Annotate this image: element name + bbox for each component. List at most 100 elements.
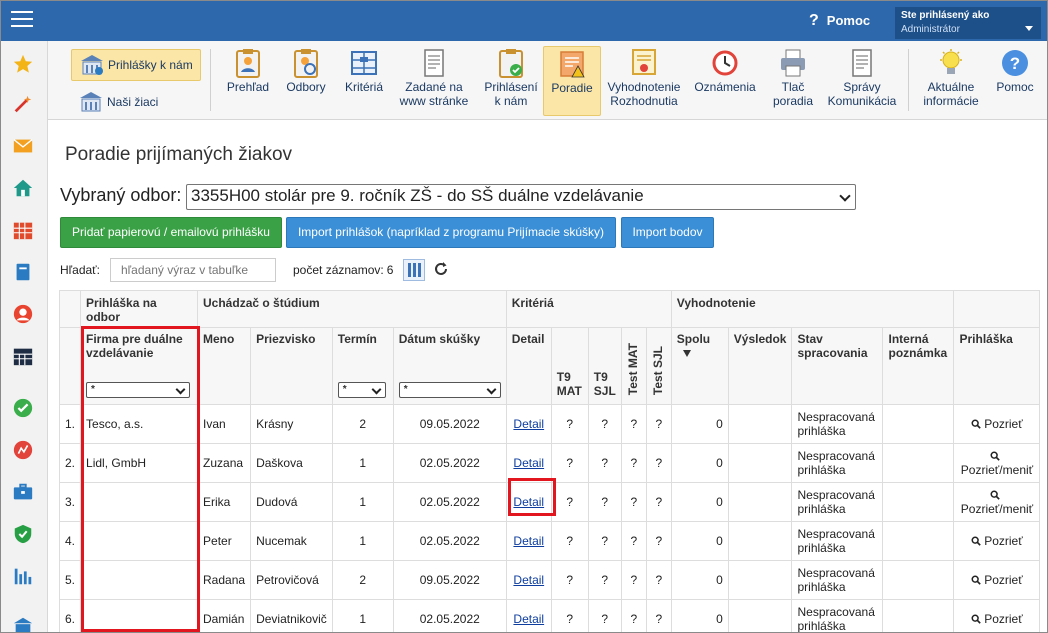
view-application-button[interactable]: Pozrieť/meniť bbox=[959, 488, 1034, 516]
view-application-button[interactable]: Pozrieť/meniť bbox=[959, 449, 1034, 477]
test-mat-header[interactable]: Test MAT bbox=[620, 327, 647, 405]
group-vyhodnotenie-header: Vyhodnotenie bbox=[670, 290, 955, 328]
spolu-cell: 0 bbox=[670, 443, 729, 483]
interna-poznamka-cell bbox=[882, 599, 955, 632]
action-cell[interactable]: Pozrieť bbox=[953, 521, 1041, 561]
detail-cell[interactable]: Detail bbox=[505, 599, 552, 632]
view-application-button[interactable]: Pozrieť bbox=[959, 573, 1034, 587]
detail-cell[interactable]: Detail bbox=[505, 560, 552, 600]
termin-cell: 1 bbox=[331, 521, 394, 561]
briefcase-icon[interactable] bbox=[12, 481, 34, 503]
priezvisko-header[interactable]: Priezvisko bbox=[250, 327, 333, 405]
kriteria-button[interactable]: Kritériá bbox=[340, 46, 388, 114]
stav-cell: Nespracovaná prihláška bbox=[791, 521, 884, 561]
vysledok-header[interactable]: Výsledok bbox=[727, 327, 793, 405]
book-icon[interactable] bbox=[12, 261, 34, 283]
zadane-na-www-button[interactable]: Zadané na www stránke bbox=[396, 46, 472, 114]
document-icon bbox=[424, 49, 444, 77]
meno-header[interactable]: Meno bbox=[197, 327, 252, 405]
check-circle-icon[interactable] bbox=[12, 397, 34, 419]
user-circle-icon[interactable] bbox=[12, 303, 34, 325]
test-sjl-cell: ? bbox=[645, 404, 672, 444]
institution-icon[interactable] bbox=[12, 615, 34, 633]
datum-filter-select[interactable]: * bbox=[398, 382, 501, 398]
help-link[interactable]: ? Pomoc bbox=[809, 12, 870, 30]
columns-icon[interactable] bbox=[403, 259, 425, 281]
action-cell[interactable]: Pozrieť bbox=[953, 404, 1041, 444]
import-applications-button[interactable]: Import prihlášok (napríklad z programu P… bbox=[286, 217, 616, 248]
detail-link[interactable]: Detail bbox=[513, 573, 544, 587]
view-application-button[interactable]: Pozrieť bbox=[959, 534, 1034, 548]
test-sjl-cell: ? bbox=[645, 521, 672, 561]
datum-cell: 09.05.2022 bbox=[392, 404, 507, 444]
datum-cell: 02.05.2022 bbox=[392, 599, 507, 632]
odbory-button[interactable]: Odbory bbox=[282, 46, 330, 114]
home-icon[interactable] bbox=[12, 177, 34, 199]
interna-poznamka-header[interactable]: Interná poznámka bbox=[882, 327, 955, 405]
action-cell[interactable]: Pozrieť/meniť bbox=[953, 443, 1041, 483]
pomoc-button[interactable]: ? Pomoc bbox=[992, 46, 1038, 114]
sidebar bbox=[1, 41, 48, 632]
refresh-icon[interactable] bbox=[433, 261, 449, 277]
view-application-button[interactable]: Pozrieť bbox=[959, 417, 1034, 431]
spravy-komunikacia-button[interactable]: Správy Komunikácia bbox=[826, 46, 898, 114]
row-number: 3. bbox=[59, 482, 82, 522]
t9-sjl-header[interactable]: T9 SJL bbox=[587, 327, 622, 405]
detail-link[interactable]: Detail bbox=[513, 417, 544, 431]
nasi-ziaci-button[interactable]: Naši žiaci bbox=[71, 87, 199, 115]
meno-cell: Damián bbox=[197, 599, 252, 632]
termin-filter-select[interactable]: * bbox=[337, 382, 386, 398]
magic-wand-icon[interactable] bbox=[12, 93, 34, 115]
star-icon[interactable] bbox=[12, 53, 34, 75]
detail-link[interactable]: Detail bbox=[513, 612, 544, 626]
spolu-header[interactable]: Spolu bbox=[670, 327, 729, 405]
chart-circle-icon[interactable] bbox=[12, 439, 34, 461]
vyhodnotenie-rozhodnutia-button[interactable]: Vyhodnotenie Rozhodnutia bbox=[606, 46, 682, 114]
hamburger-menu-icon[interactable] bbox=[11, 11, 33, 29]
detail-cell[interactable]: Detail bbox=[505, 404, 552, 444]
action-cell[interactable]: Pozrieť bbox=[953, 599, 1041, 632]
test-mat-cell: ? bbox=[620, 521, 647, 561]
detail-header: Detail bbox=[505, 327, 552, 405]
add-paper-application-button[interactable]: Pridať papierovú / emailovú prihlášku bbox=[60, 217, 282, 248]
prihlasky-k-nam-button[interactable]: Prihlášky k nám bbox=[71, 49, 201, 81]
firma-filter-select[interactable]: * bbox=[86, 382, 191, 398]
stav-header[interactable]: Stav spracovania bbox=[791, 327, 884, 405]
user-menu[interactable]: Ste prihlásený ako Administrátor bbox=[895, 7, 1041, 39]
detail-link[interactable]: Detail bbox=[513, 534, 544, 548]
school-building-icon bbox=[80, 92, 102, 112]
action-cell[interactable]: Pozrieť/meniť bbox=[953, 482, 1041, 522]
detail-cell[interactable]: Detail bbox=[505, 521, 552, 561]
row-number-header bbox=[59, 290, 82, 328]
view-application-button[interactable]: Pozrieť bbox=[959, 612, 1034, 626]
t9-sjl-cell: ? bbox=[587, 521, 622, 561]
shield-check-icon[interactable] bbox=[12, 523, 34, 545]
schedule-icon[interactable] bbox=[12, 345, 34, 367]
detail-cell[interactable]: Detail bbox=[505, 443, 552, 483]
spolu-cell: 0 bbox=[670, 560, 729, 600]
prihlaseni-k-nam-button[interactable]: Prihlásení k nám bbox=[480, 46, 542, 114]
prehlad-button[interactable]: Prehľad bbox=[222, 46, 274, 114]
poradie-button[interactable]: Poradie bbox=[543, 46, 601, 116]
aktualne-informacie-button[interactable]: Aktuálne informácie bbox=[918, 46, 984, 114]
detail-cell[interactable]: Detail bbox=[505, 482, 552, 522]
caret-down-icon bbox=[1025, 26, 1033, 31]
calendar-grid-icon[interactable] bbox=[12, 219, 34, 241]
import-points-button[interactable]: Import bodov bbox=[621, 217, 714, 248]
odbor-select[interactable]: 3355H00 stolár pre 9. ročník ZŠ - do SŠ … bbox=[186, 184, 856, 210]
interna-poznamka-cell bbox=[882, 521, 955, 561]
search-label: Hľadať: bbox=[60, 263, 101, 277]
tlac-poradia-button[interactable]: Tlač poradia bbox=[766, 46, 820, 114]
test-sjl-header[interactable]: Test SJL bbox=[645, 327, 672, 405]
detail-link[interactable]: Detail bbox=[513, 456, 544, 470]
t9-sjl-cell: ? bbox=[587, 560, 622, 600]
action-cell[interactable]: Pozrieť bbox=[953, 560, 1041, 600]
datum-cell: 02.05.2022 bbox=[392, 443, 507, 483]
detail-link[interactable]: Detail bbox=[513, 495, 544, 509]
search-input[interactable] bbox=[110, 258, 276, 282]
oznamenia-button[interactable]: Oznámenia bbox=[690, 46, 760, 114]
t9-mat-header[interactable]: T9 MAT bbox=[550, 327, 589, 405]
envelope-icon[interactable] bbox=[12, 135, 34, 157]
bar-chart-icon[interactable] bbox=[12, 565, 34, 587]
app-window: ? Pomoc Ste prihlásený ako Administrátor … bbox=[0, 0, 1048, 633]
